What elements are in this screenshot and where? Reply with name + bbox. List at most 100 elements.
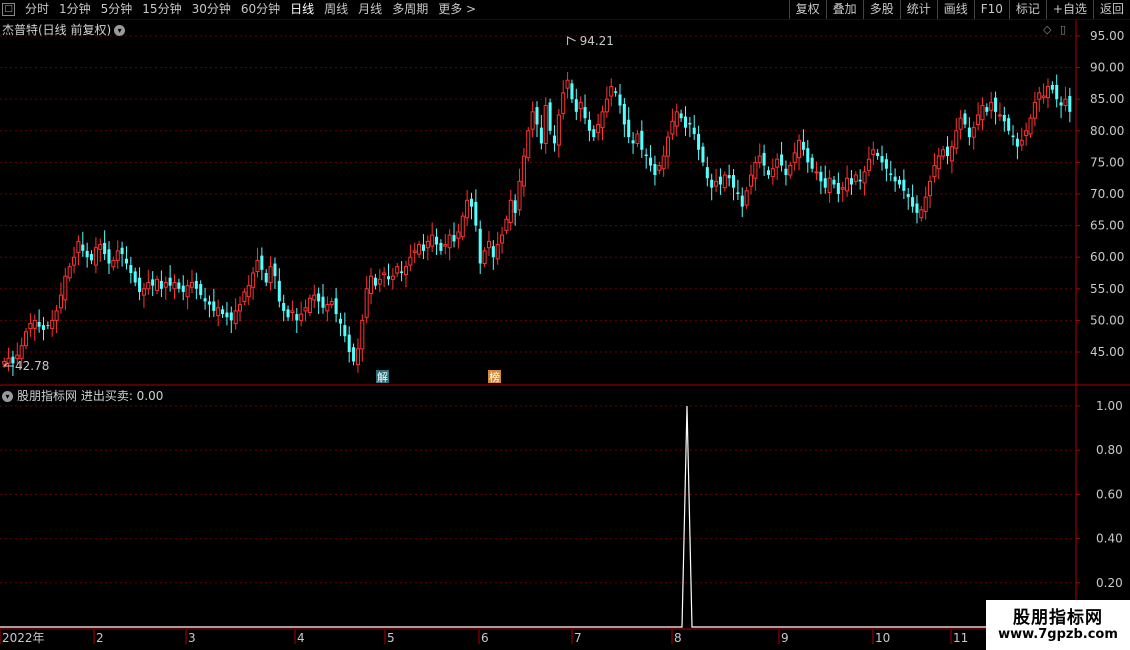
candle-body: [63, 275, 68, 301]
period-tabs: 分时 1分钟 5分钟 15分钟 30分钟 60分钟 日线 周线 月线 多周期 更多 >: [20, 0, 481, 19]
candle-body: [775, 158, 780, 168]
candle-body: [980, 105, 985, 121]
candle-body: [181, 285, 185, 292]
candle-body: [710, 179, 714, 188]
candle-body: [801, 141, 805, 150]
x-axis-label: 3: [188, 631, 196, 645]
toolbar-button-7[interactable]: +自选: [1045, 0, 1093, 19]
candle-body: [587, 119, 591, 131]
diamond-icon[interactable]: ◇: [1043, 23, 1051, 36]
watermark-line2: www.7gpzb.com: [998, 627, 1118, 642]
candle-body: [382, 272, 387, 276]
candle-body: [994, 97, 998, 112]
candle-body: [618, 94, 622, 106]
candle-body: [360, 319, 365, 350]
main-y-tick-label: 90.00: [1090, 61, 1124, 75]
candle-body: [819, 171, 823, 182]
period-tab-10[interactable]: 更多 >: [433, 0, 481, 19]
candle-body: [1045, 86, 1051, 99]
candle-body: [858, 179, 862, 182]
period-tab-8[interactable]: 月线: [353, 0, 387, 19]
indicator-chevron-icon[interactable]: ▾: [2, 391, 13, 402]
candle-body: [229, 312, 233, 321]
period-tab-4[interactable]: 30分钟: [187, 0, 236, 19]
candle-body: [1024, 130, 1029, 137]
candle-body: [1068, 96, 1072, 112]
candle-body: [688, 122, 692, 125]
candle-body: [408, 256, 413, 266]
candle-body: [260, 255, 264, 270]
candle-body: [447, 234, 452, 249]
candle-body: [661, 155, 666, 170]
candle-body: [251, 272, 256, 288]
x-axis-label: 11: [953, 631, 968, 645]
candle-body: [417, 244, 422, 255]
candle-body: [242, 291, 247, 302]
candle-body: [740, 195, 744, 207]
candle-body: [474, 201, 478, 226]
candle-body: [762, 152, 766, 166]
period-tab-2[interactable]: 5分钟: [96, 0, 138, 19]
toolbar-button-1[interactable]: 叠加: [825, 0, 863, 19]
period-tab-9[interactable]: 多周期: [387, 0, 433, 19]
candle-body: [949, 146, 954, 162]
main-y-tick-label: 95.00: [1090, 29, 1124, 43]
indicator-line: [0, 405, 1076, 628]
main-y-tick-label: 80.00: [1090, 124, 1124, 138]
toolbar-button-8[interactable]: 返回: [1092, 0, 1130, 19]
candle-body: [753, 161, 758, 179]
candle-body: [159, 280, 163, 289]
candle-body: [823, 178, 827, 188]
candle-body: [692, 127, 696, 134]
period-tab-6[interactable]: 日线: [285, 0, 319, 19]
x-axis-label: 7: [574, 631, 582, 645]
candle-body: [757, 155, 762, 163]
candle-body: [58, 294, 63, 309]
period-tab-5[interactable]: 60分钟: [236, 0, 285, 19]
chevron-down-icon[interactable]: ▾: [114, 25, 126, 36]
indicator-y-tick-label: 0.80: [1096, 443, 1123, 457]
candle-body: [194, 280, 198, 289]
x-axis-label: 6: [481, 631, 489, 645]
candle-body: [600, 111, 605, 129]
toolbar-button-0[interactable]: 复权: [788, 0, 826, 19]
candle-body: [722, 174, 727, 189]
indicator-label: 股朋指标网 进出买卖: 0.00: [17, 389, 164, 403]
candle-body: [504, 218, 509, 231]
toolbar-button-2[interactable]: 多股: [862, 0, 900, 19]
candle-body: [604, 98, 609, 113]
period-tab-1[interactable]: 1分钟: [54, 0, 96, 19]
candle-body: [120, 247, 124, 255]
period-tab-0[interactable]: 分时: [20, 0, 54, 19]
candle-body: [163, 281, 168, 288]
toolbar-button-4[interactable]: 画线: [936, 0, 974, 19]
candle-body: [373, 277, 377, 286]
candle-body: [435, 236, 439, 245]
candle-body: [421, 244, 425, 251]
candle-body: [1011, 135, 1015, 138]
candle-body: [325, 304, 330, 312]
candle-body: [2, 360, 7, 365]
main-y-tick-label: 70.00: [1090, 187, 1124, 201]
candle-body: [827, 177, 832, 193]
menu-icon[interactable]: □: [2, 3, 15, 16]
candle-body: [151, 279, 155, 286]
candle-body: [146, 281, 151, 290]
candle-body: [439, 242, 443, 251]
candle-body: [443, 244, 448, 247]
candle-body: [936, 155, 941, 170]
candle-body: [1037, 92, 1042, 100]
candle-body: [548, 102, 552, 131]
period-tab-3[interactable]: 15分钟: [137, 0, 186, 19]
main-y-tick-label: 60.00: [1090, 250, 1124, 264]
candle-body: [543, 105, 548, 144]
toolbar-button-6[interactable]: 标记: [1008, 0, 1046, 19]
collapse-icon[interactable]: ▯: [1060, 23, 1066, 36]
period-tab-7[interactable]: 周线: [319, 0, 353, 19]
toolbar-button-3[interactable]: 统计: [899, 0, 937, 19]
candle-body: [19, 345, 24, 359]
event-marker-bg: [488, 370, 501, 383]
candle-body: [41, 325, 46, 330]
toolbar-button-5[interactable]: F10: [973, 0, 1009, 19]
x-axis-label: 8: [674, 631, 682, 645]
